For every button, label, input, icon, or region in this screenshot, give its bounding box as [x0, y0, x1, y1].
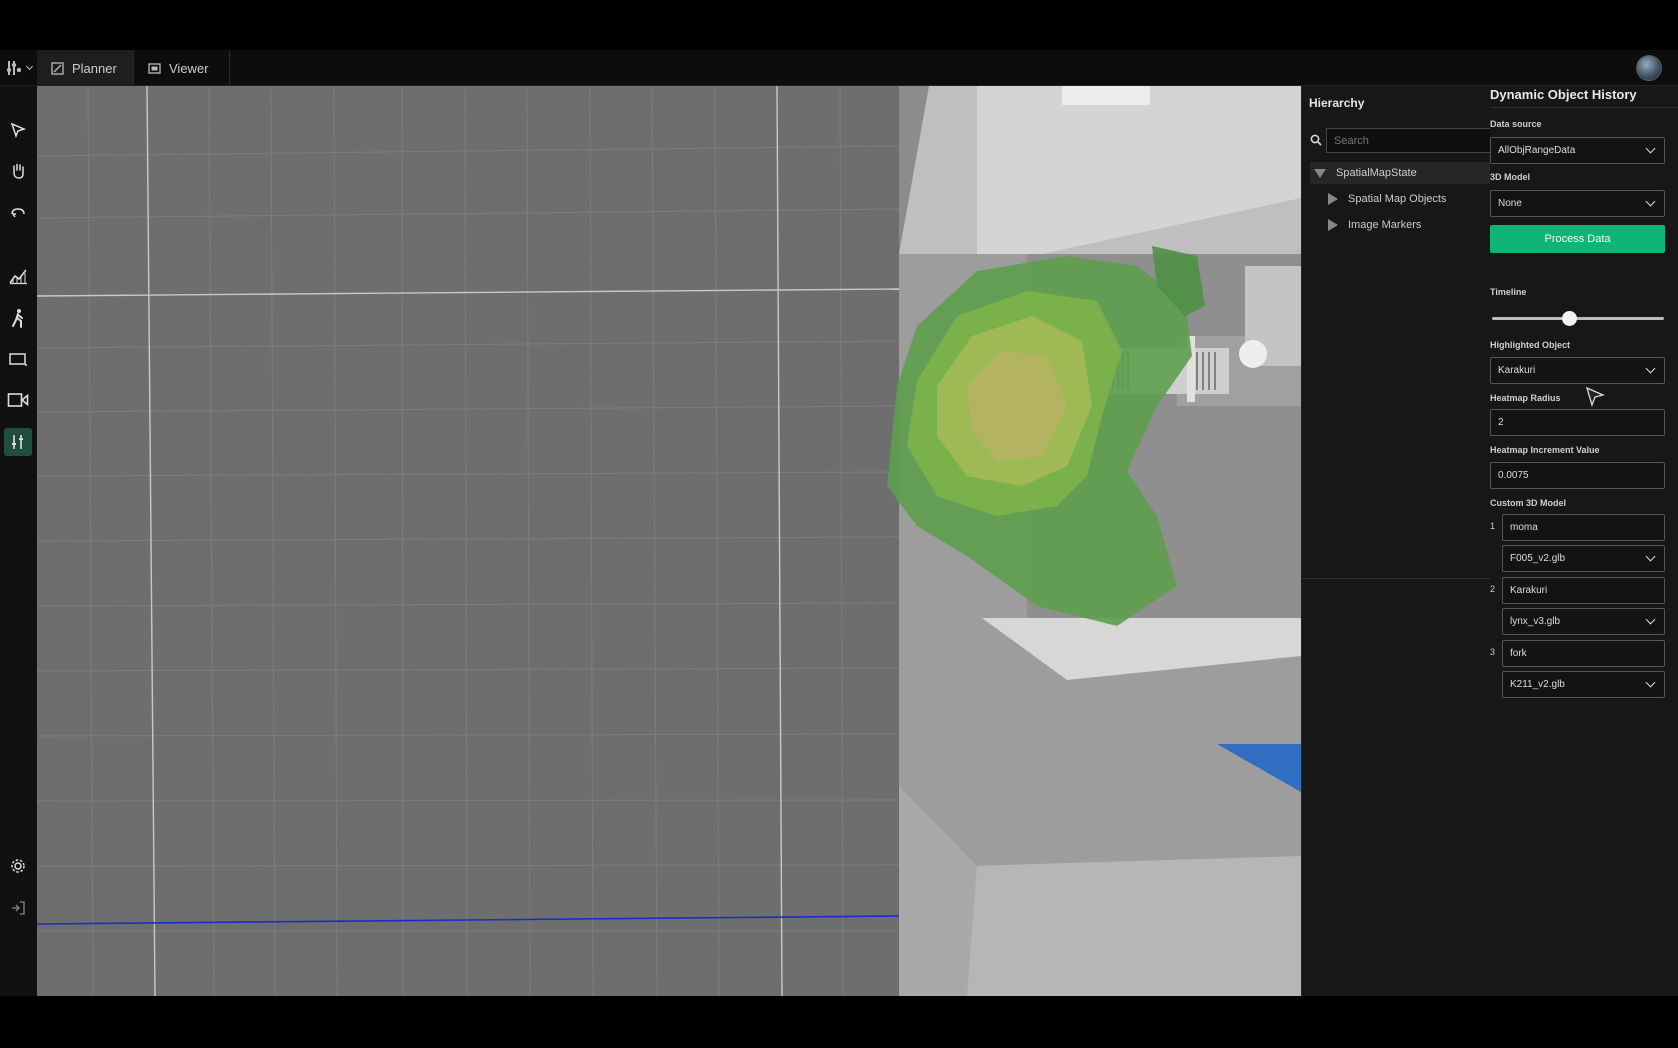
left-toolbar [0, 86, 37, 996]
input-value: fork [1510, 648, 1527, 659]
logout-button[interactable] [4, 894, 32, 922]
tree-item-label: Image Markers [1348, 219, 1422, 231]
process-data-button[interactable]: Process Data [1490, 225, 1665, 253]
custom-model-index: 2 [1490, 584, 1496, 594]
caret-right-icon[interactable] [1328, 219, 1338, 231]
tab-label: Viewer [169, 60, 209, 76]
select-tool-button[interactable] [4, 116, 32, 144]
pan-tool-button[interactable] [4, 157, 32, 185]
3d-viewport[interactable] [37, 86, 1301, 996]
custom-model-index: 1 [1490, 521, 1496, 531]
rectangle-icon [9, 353, 27, 366]
hand-icon [13, 163, 24, 179]
3d-model-label: 3D Model [1490, 172, 1531, 182]
data-source-label: Data source [1490, 119, 1542, 129]
chevron-down-icon [1645, 551, 1656, 562]
tree-item-spatial-map-objects[interactable]: Spatial Map Objects [1310, 188, 1491, 210]
3d-model-select[interactable]: None [1490, 190, 1665, 217]
timeline-slider[interactable] [1492, 317, 1664, 320]
custom-model-name-input[interactable]: moma [1502, 514, 1665, 541]
chart-icon [9, 269, 27, 285]
rectangle-tool-button[interactable] [4, 345, 32, 373]
custom-model-name-input[interactable]: fork [1502, 640, 1665, 667]
hierarchy-search-input[interactable] [1326, 128, 1496, 153]
walk-tool-button[interactable] [4, 304, 32, 332]
video-tool-button[interactable] [4, 386, 32, 414]
select-icon [10, 122, 27, 139]
hierarchy-title: Hierarchy [1309, 96, 1365, 110]
avatar[interactable] [1636, 55, 1662, 81]
chevron-down-icon [1645, 614, 1656, 625]
planner-icon [51, 61, 64, 75]
custom-model-index: 3 [1490, 647, 1496, 657]
chevron-down-icon [1645, 196, 1656, 207]
panel-title: Dynamic Object History [1490, 87, 1637, 102]
scene-canvas [37, 86, 1301, 996]
input-value: moma [1510, 522, 1538, 533]
app-menu-button[interactable] [0, 50, 37, 86]
orbit-tool-button[interactable] [4, 199, 32, 227]
sliders-icon [12, 435, 23, 449]
app-logo-icon [6, 61, 22, 75]
tree-item-spatialmapstate[interactable]: SpatialMapState [1310, 162, 1491, 184]
heatmap-increment-label: Heatmap Increment Value [1490, 445, 1600, 455]
tab-viewer[interactable]: Viewer [134, 50, 230, 86]
select-value: K211_v2.glb [1510, 679, 1565, 690]
select-value: F005_v2.glb [1510, 553, 1566, 564]
custom-3d-model-label: Custom 3D Model [1490, 498, 1567, 508]
tab-planner[interactable]: Planner [37, 50, 134, 86]
input-value: 2 [1498, 417, 1504, 428]
caret-down-icon[interactable] [1314, 168, 1326, 178]
hierarchy-panel: Hierarchy SpatialMapState Spatial Map Ob… [1301, 86, 1496, 996]
highlighted-object-label: Highlighted Object [1490, 340, 1570, 350]
caret-right-icon[interactable] [1328, 193, 1338, 205]
heatmap-increment-input[interactable]: 0.0075 [1490, 462, 1665, 489]
heatmap-radius-input[interactable]: 2 [1490, 409, 1665, 436]
custom-model-name-input[interactable]: Karakuri [1502, 577, 1665, 604]
heatmap-radius-label: Heatmap Radius [1490, 393, 1561, 403]
tree-item-image-markers[interactable]: Image Markers [1310, 214, 1491, 236]
heatmap-tool-button[interactable] [4, 428, 32, 456]
tree-item-label: SpatialMapState [1336, 167, 1417, 179]
search-icon [1310, 134, 1322, 146]
chevron-down-icon [1645, 677, 1656, 688]
cursor-icon [1585, 386, 1605, 408]
input-value: 0.0075 [1498, 470, 1529, 481]
app-window: Planner Viewer Hierarchy Search SpatialM… [0, 50, 1678, 996]
custom-model-file-select[interactable]: K211_v2.glb [1502, 671, 1665, 698]
chevron-down-icon [25, 62, 34, 71]
tree-item-label: Spatial Map Objects [1348, 193, 1447, 205]
settings-button[interactable] [4, 852, 32, 880]
custom-model-file-select[interactable]: F005_v2.glb [1502, 545, 1665, 572]
timeline-label: Timeline [1490, 287, 1527, 297]
divider [1490, 107, 1678, 108]
data-source-select[interactable]: AllObjRangeData [1490, 137, 1665, 164]
timeline-slider-thumb[interactable] [1561, 311, 1577, 326]
select-value: AllObjRangeData [1498, 145, 1576, 156]
analytics-tool-button[interactable] [4, 262, 32, 290]
orbit-icon [11, 208, 25, 218]
tab-label: Planner [72, 60, 117, 76]
chevron-down-icon [1645, 363, 1656, 374]
input-value: Karakuri [1510, 585, 1548, 596]
logout-icon [12, 901, 25, 915]
highlighted-object-select[interactable]: Karakuri [1490, 357, 1665, 384]
walk-icon [12, 309, 23, 328]
select-value: lynx_v3.glb [1510, 616, 1561, 627]
select-value: None [1498, 198, 1522, 209]
divider [1302, 578, 1491, 579]
dynamic-object-history-panel: Dynamic Object History Data source AllOb… [1490, 86, 1678, 996]
chevron-down-icon [1645, 143, 1656, 154]
viewer-icon [148, 62, 161, 74]
select-value: Karakuri [1498, 365, 1536, 376]
custom-model-file-select[interactable]: lynx_v3.glb [1502, 608, 1665, 635]
video-icon [7, 393, 29, 407]
settings-icon [11, 859, 25, 873]
top-bar: Planner Viewer [0, 50, 1678, 86]
